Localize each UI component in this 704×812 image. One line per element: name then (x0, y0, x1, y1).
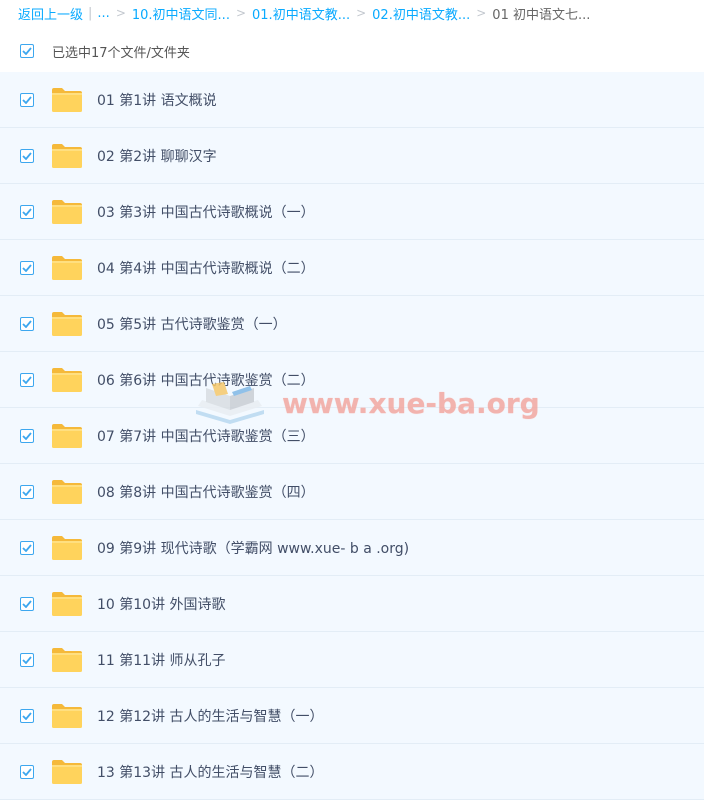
folder-icon-wrapper[interactable] (51, 535, 83, 561)
file-name[interactable]: 10 第10讲 外国诗歌 (97, 594, 226, 614)
file-name[interactable]: 01 第1讲 语文概说 (97, 90, 217, 110)
file-name[interactable]: 13 第13讲 古人的生活与智慧（二） (97, 762, 324, 782)
checkmark-icon (22, 151, 32, 160)
row-checkbox[interactable] (20, 764, 34, 779)
folder-icon-wrapper[interactable] (51, 311, 83, 337)
file-row[interactable]: 03 第3讲 中国古代诗歌概说（一） (0, 184, 704, 240)
folder-icon-wrapper[interactable] (51, 87, 83, 113)
checkmark-icon (22, 767, 32, 776)
folder-icon (52, 647, 82, 672)
breadcrumb-separator: > (356, 6, 367, 20)
folder-icon (52, 199, 82, 224)
breadcrumb-crumb-1[interactable]: 10.初中语文同... (132, 4, 230, 23)
file-row[interactable]: 10 第10讲 外国诗歌 (0, 576, 704, 632)
breadcrumb-current: 01 初中语文七... (492, 7, 591, 23)
row-checkbox[interactable] (20, 652, 34, 667)
folder-icon-wrapper[interactable] (51, 199, 83, 225)
checkmark-icon (22, 375, 32, 384)
file-row[interactable]: 09 第9讲 现代诗歌（学霸网 www.xue- b a .org) (0, 520, 704, 576)
folder-icon (52, 311, 82, 336)
row-checkbox[interactable] (20, 148, 34, 163)
folder-icon (52, 535, 82, 560)
checkmark-icon (22, 319, 32, 328)
file-row[interactable]: 05 第5讲 古代诗歌鉴赏（一） (0, 296, 704, 352)
folder-icon (52, 479, 82, 504)
folder-icon-wrapper[interactable] (51, 591, 83, 617)
folder-icon (52, 143, 82, 168)
row-checkbox[interactable] (20, 708, 34, 723)
file-name[interactable]: 12 第12讲 古人的生活与智慧（一） (97, 706, 324, 726)
folder-icon-wrapper[interactable] (51, 143, 83, 169)
checkmark-icon (22, 95, 32, 104)
file-row[interactable]: 01 第1讲 语文概说 (0, 72, 704, 128)
checkmark-icon (22, 711, 32, 720)
checkmark-icon (22, 47, 32, 55)
row-checkbox[interactable] (20, 372, 34, 387)
breadcrumb: 返回上一级 | ... > 10.初中语文同... > 01.初中语文教... … (0, 0, 704, 26)
breadcrumb-pipe: | (88, 5, 93, 21)
checkmark-icon (22, 487, 32, 496)
file-name[interactable]: 07 第7讲 中国古代诗歌鉴赏（三） (97, 426, 315, 446)
row-checkbox[interactable] (20, 596, 34, 611)
checkmark-icon (22, 655, 32, 664)
folder-icon-wrapper[interactable] (51, 647, 83, 673)
folder-icon-wrapper[interactable] (51, 759, 83, 785)
file-name[interactable]: 09 第9讲 现代诗歌（学霸网 www.xue- b a .org) (97, 538, 409, 558)
checkmark-icon (22, 431, 32, 440)
row-checkbox[interactable] (20, 316, 34, 331)
back-link[interactable]: 返回上一级 (18, 4, 83, 23)
checkmark-icon (22, 263, 32, 272)
row-checkbox[interactable] (20, 428, 34, 443)
file-name[interactable]: 06 第6讲 中国古代诗歌鉴赏（二） (97, 370, 315, 390)
checkmark-icon (22, 543, 32, 552)
file-row[interactable]: 06 第6讲 中国古代诗歌鉴赏（二） (0, 352, 704, 408)
breadcrumb-crumb-2[interactable]: 01.初中语文教... (252, 4, 350, 23)
breadcrumb-separator: > (115, 6, 126, 20)
file-row[interactable]: 11 第11讲 师从孔子 (0, 632, 704, 688)
file-name[interactable]: 04 第4讲 中国古代诗歌概说（二） (97, 258, 315, 278)
folder-icon-wrapper[interactable] (51, 255, 83, 281)
breadcrumb-separator: > (235, 6, 247, 20)
file-name[interactable]: 02 第2讲 聊聊汉字 (97, 146, 217, 166)
folder-icon-wrapper[interactable] (51, 479, 83, 505)
folder-icon (52, 423, 82, 448)
file-name[interactable]: 08 第8讲 中国古代诗歌鉴赏（四） (97, 482, 315, 502)
row-checkbox[interactable] (20, 204, 34, 219)
file-row[interactable]: 08 第8讲 中国古代诗歌鉴赏（四） (0, 464, 704, 520)
select-all-checkbox[interactable] (20, 44, 34, 58)
folder-icon (52, 759, 82, 784)
file-list: 01 第1讲 语文概说 02 第2讲 聊聊汉字 03 第3讲 中国古代诗歌概说（一）… (0, 72, 704, 800)
row-checkbox[interactable] (20, 92, 34, 107)
file-name[interactable]: 11 第11讲 师从孔子 (97, 650, 226, 670)
breadcrumb-crumb-3[interactable]: 02.初中语文教... (372, 4, 470, 23)
folder-icon (52, 367, 82, 392)
folder-icon-wrapper[interactable] (51, 703, 83, 729)
folder-icon-wrapper[interactable] (51, 423, 83, 449)
row-checkbox[interactable] (20, 260, 34, 275)
folder-icon (52, 591, 82, 616)
file-row[interactable]: 04 第4讲 中国古代诗歌概说（二） (0, 240, 704, 296)
checkmark-icon (22, 207, 32, 216)
select-all-bar: 已选中17个文件/文件夹 (0, 36, 704, 66)
folder-icon (52, 703, 82, 728)
breadcrumb-ellipsis[interactable]: ... (97, 6, 109, 21)
breadcrumb-separator: > (476, 6, 487, 20)
folder-icon-wrapper[interactable] (51, 367, 83, 393)
row-checkbox[interactable] (20, 540, 34, 555)
selection-count-label: 已选中17个文件/文件夹 (52, 45, 190, 61)
file-row[interactable]: 13 第13讲 古人的生活与智慧（二） (0, 744, 704, 800)
folder-icon (52, 87, 82, 112)
file-row[interactable]: 12 第12讲 古人的生活与智慧（一） (0, 688, 704, 744)
file-row[interactable]: 02 第2讲 聊聊汉字 (0, 128, 704, 184)
file-row[interactable]: 07 第7讲 中国古代诗歌鉴赏（三） (0, 408, 704, 464)
file-name[interactable]: 05 第5讲 古代诗歌鉴赏（一） (97, 314, 287, 334)
row-checkbox[interactable] (20, 484, 34, 499)
file-name[interactable]: 03 第3讲 中国古代诗歌概说（一） (97, 202, 315, 222)
folder-icon (52, 255, 82, 280)
checkmark-icon (22, 599, 32, 608)
